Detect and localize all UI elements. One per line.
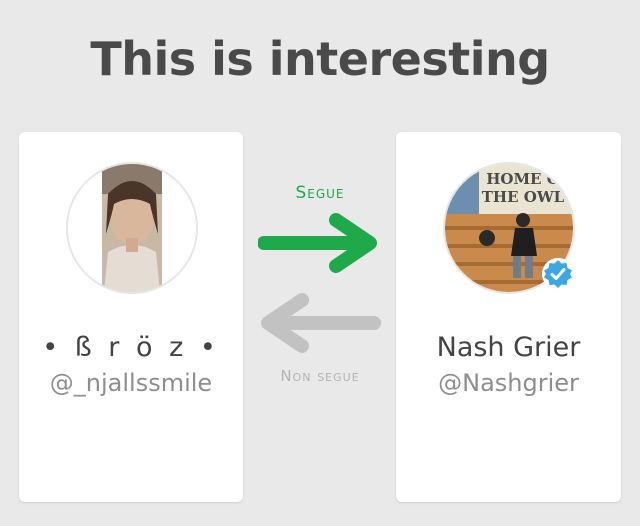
page-title: This is interesting [90, 32, 550, 86]
left-user-name: • ß r ö z • [42, 332, 220, 363]
left-user-avatar[interactable] [66, 162, 198, 294]
left-avatar-photo [68, 164, 196, 292]
right-user-name: Nash Grier [436, 332, 581, 363]
right-user-handle[interactable]: @Nashgrier [396, 369, 621, 397]
left-user-card[interactable]: • ß r ö z • @_njallssmile [19, 132, 243, 502]
left-user-handle[interactable]: @_njallssmile [19, 369, 243, 397]
follows-arrow-icon [258, 213, 377, 273]
right-user-card[interactable]: HOME O THE OWL Nash Grier @Nashgrier [396, 132, 621, 502]
not-follows-arrow-icon [261, 293, 381, 353]
follows-label: Segue [295, 183, 345, 203]
verified-badge-icon [542, 258, 574, 290]
not-follows-label: Non segue [280, 367, 360, 385]
avatar-sign-line2: THE OWL [482, 188, 565, 206]
avatar-sign-line1: HOME O [486, 170, 560, 188]
